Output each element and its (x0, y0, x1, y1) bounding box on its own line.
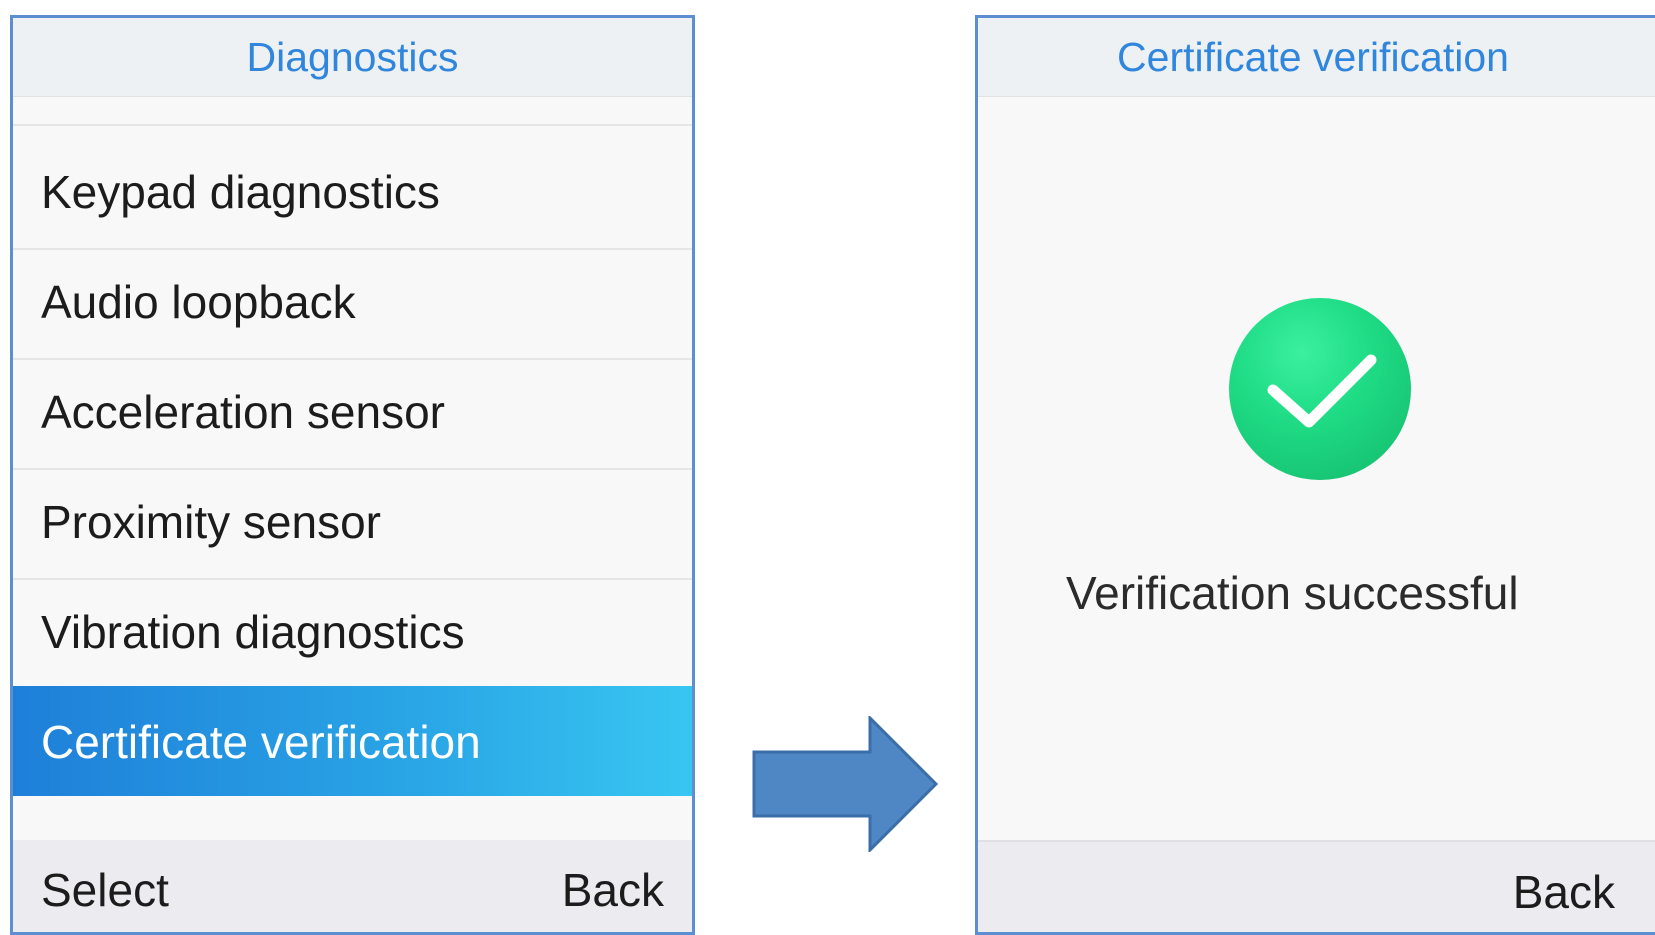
menu-item-label: Acceleration sensor (41, 386, 445, 438)
back-softkey[interactable]: Back (1513, 842, 1615, 932)
menu-item-label: Proximity sensor (41, 496, 381, 548)
page-title: Diagnostics (246, 34, 459, 80)
back-softkey[interactable]: Back (562, 840, 664, 932)
checkmark-icon (1267, 354, 1377, 428)
menu-item-proximity-sensor[interactable]: Proximity sensor (13, 466, 692, 580)
menu-item-label: Certificate verification (41, 716, 481, 768)
menu-item-label: Vibration diagnostics (41, 606, 465, 658)
success-badge (1229, 298, 1411, 480)
certificate-verification-screen: Certificate verification Verification su… (975, 15, 1655, 935)
status-message: Verification successful (1066, 567, 1519, 619)
diagnostics-screen: Diagnostics LED diagnostics Keypad diagn… (10, 15, 695, 935)
softkey-bar: Back (978, 840, 1655, 932)
menu-item-acceleration-sensor[interactable]: Acceleration sensor (13, 356, 692, 470)
title-bar: Certificate verification (978, 18, 1655, 97)
right-arrow-icon (752, 716, 938, 852)
menu-item-audio-loopback[interactable]: Audio loopback (13, 246, 692, 360)
select-softkey[interactable]: Select (41, 840, 169, 932)
menu-item-certificate-verification[interactable]: Certificate verification (13, 686, 692, 796)
softkey-bar: Select Back (13, 840, 692, 932)
page-title: Certificate verification (1117, 34, 1509, 80)
menu-item-label: Audio loopback (41, 276, 356, 328)
menu-item-vibration-diagnostics[interactable]: Vibration diagnostics (13, 576, 692, 690)
title-bar: Diagnostics (13, 18, 692, 97)
menu-item-label: Keypad diagnostics (41, 166, 440, 218)
menu-item-keypad-diagnostics[interactable]: Keypad diagnostics (13, 136, 692, 250)
